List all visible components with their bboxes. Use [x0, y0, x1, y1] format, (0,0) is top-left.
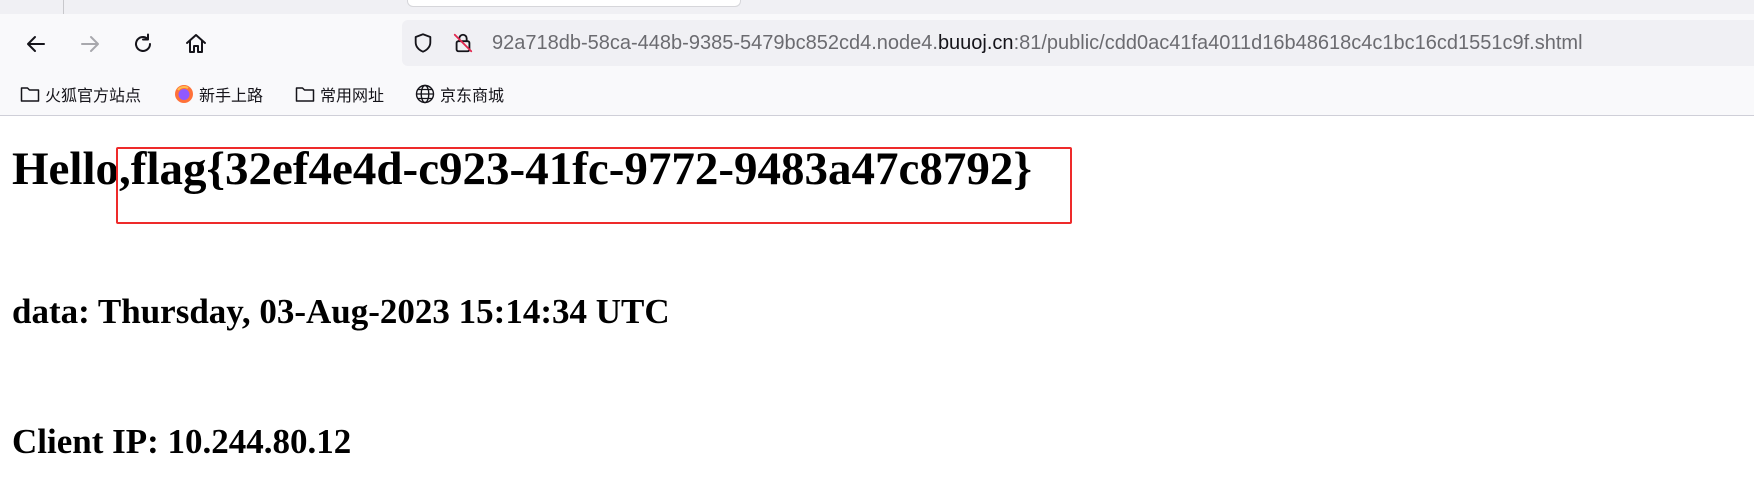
url-domain: buuoj.cn [937, 32, 1014, 54]
flag-highlight-box [116, 147, 1072, 224]
forward-arrow-icon [81, 36, 99, 52]
tracking-protection-shield-icon[interactable] [412, 32, 434, 58]
reload-icon [135, 33, 151, 52]
bookmark-firefox-official[interactable]: 火狐官方站点 [20, 80, 141, 108]
bookmark-common-sites[interactable]: 常用网址 [295, 80, 384, 108]
bookmarks-toolbar: 火狐官方站点 新手上路 常用网址 京东商城 [0, 74, 1754, 116]
globe-icon [415, 84, 435, 104]
active-tab[interactable] [407, 0, 741, 7]
tab-strip [0, 0, 1754, 14]
reload-button[interactable] [127, 28, 159, 60]
navigation-toolbar: 92a718db-58ca-448b-9385-5479bc852cd4.nod… [0, 14, 1754, 74]
firefox-icon [175, 85, 193, 103]
bookmark-jd-mall[interactable]: 京东商城 [415, 80, 504, 108]
back-arrow-icon [27, 36, 45, 52]
page-content: Hello,flag{32ef4e4d-c923-41fc-9772-9483a… [0, 116, 1754, 482]
folder-icon [20, 87, 40, 102]
url-prefix: 92a718db-58ca-448b-9385-5479bc852cd4.nod… [492, 32, 938, 54]
insecure-lock-icon[interactable] [452, 32, 474, 58]
bookmark-label: 火狐官方站点 [45, 86, 142, 105]
forward-button[interactable] [74, 28, 106, 60]
address-bar[interactable]: 92a718db-58ca-448b-9385-5479bc852cd4.nod… [402, 20, 1754, 66]
hello-text: Hello [12, 143, 120, 195]
bookmark-label: 新手上路 [199, 86, 264, 105]
client-ip-line: Client IP: 10.244.80.12 [12, 422, 352, 461]
folder-icon [295, 87, 315, 102]
home-icon [186, 34, 206, 53]
bookmark-label: 京东商城 [440, 86, 505, 105]
bookmark-getting-started[interactable]: 新手上路 [174, 80, 263, 108]
home-button[interactable] [180, 28, 212, 60]
date-line: data: Thursday, 03-Aug-2023 15:14:34 UTC [12, 292, 670, 331]
tab-separator [63, 0, 64, 14]
url-suffix: :81/public/cdd0ac41fa4011d16b48618c4c1bc… [1013, 32, 1583, 54]
bookmark-label: 常用网址 [320, 86, 385, 105]
back-button[interactable] [20, 28, 52, 60]
url-text[interactable]: 92a718db-58ca-448b-9385-5479bc852cd4.nod… [492, 20, 1583, 66]
